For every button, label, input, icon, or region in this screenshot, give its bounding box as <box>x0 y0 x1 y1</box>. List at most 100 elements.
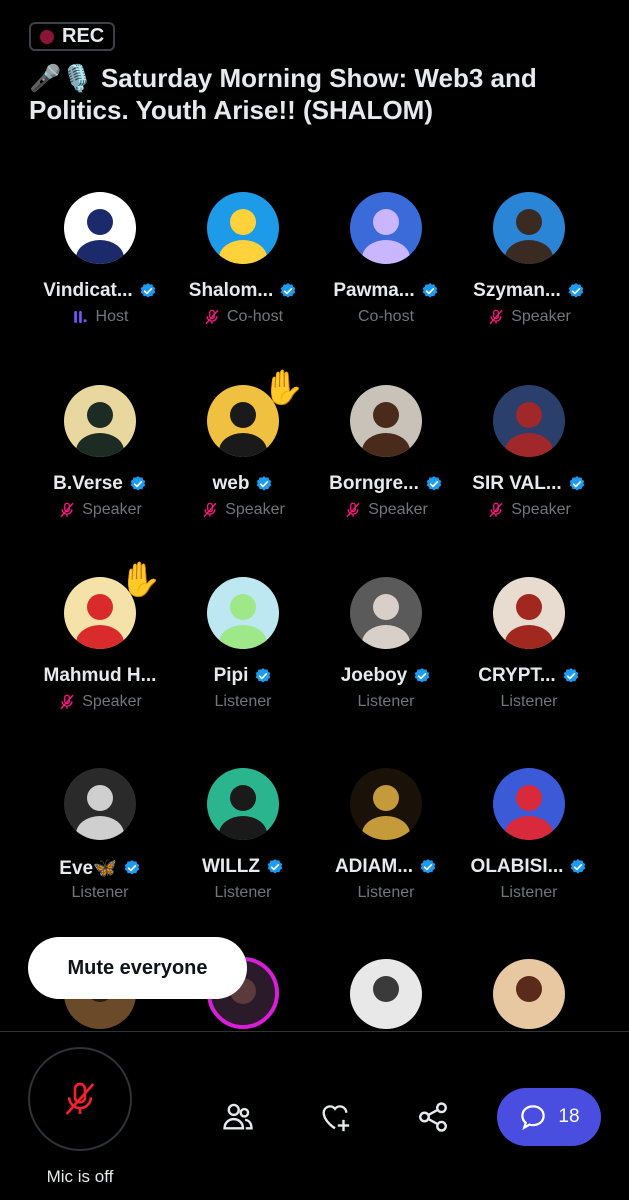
avatar[interactable] <box>350 385 422 457</box>
avatar[interactable] <box>493 577 565 649</box>
avatar[interactable] <box>350 192 422 264</box>
participant-name-row: B.Verse <box>25 473 175 495</box>
participant-name: Eve🦋 <box>59 858 117 879</box>
avatar[interactable] <box>207 192 279 264</box>
participant-name-row: Borngre... <box>311 473 461 495</box>
raised-hand-icon: ✋ <box>262 369 305 407</box>
participant-role: Listener <box>500 693 558 710</box>
mic-status-label: Mic is off <box>46 1167 114 1186</box>
mic-off-icon <box>60 694 74 710</box>
participant-role-row: Speaker <box>25 501 175 519</box>
record-dot-icon <box>40 29 54 44</box>
avatar[interactable] <box>350 577 422 649</box>
avatar[interactable] <box>64 192 136 264</box>
avatar[interactable] <box>207 577 279 649</box>
avatar[interactable] <box>493 192 565 264</box>
verified-badge-icon <box>426 476 442 491</box>
participant-role: Speaker <box>511 501 571 518</box>
participant-role-row: Speaker <box>311 501 461 519</box>
participant-role-row: Listener <box>454 693 604 711</box>
mute-everyone-button[interactable]: Mute everyone <box>28 937 247 999</box>
rec-label: REC <box>62 25 105 47</box>
chat-button[interactable]: 18 <box>497 1088 601 1146</box>
verified-badge-icon <box>568 283 584 298</box>
participant-role-row: Listener <box>454 884 604 902</box>
participant-name: Shalom... <box>188 280 274 301</box>
participant-role: Host <box>95 308 129 325</box>
avatar[interactable] <box>207 768 279 840</box>
avatar[interactable] <box>64 385 136 457</box>
participant-name-row: Pawma... <box>311 280 461 302</box>
mic-off-icon <box>203 502 217 518</box>
participant-role: Speaker <box>368 501 428 518</box>
participant-name-row: Joeboy <box>311 665 461 687</box>
verified-badge-icon <box>569 476 584 491</box>
mic-off-icon <box>489 502 503 518</box>
verified-badge-icon <box>130 476 146 491</box>
mic-off-icon <box>60 502 74 518</box>
mic-off-icon <box>489 309 503 325</box>
participant-name-row: Eve🦋 <box>25 856 175 880</box>
participant-name-row: WILLZ <box>168 856 318 878</box>
chat-icon <box>521 1105 546 1131</box>
avatar[interactable] <box>493 768 565 840</box>
avatar[interactable] <box>350 959 422 1029</box>
participant-role-row: Listener <box>311 884 461 902</box>
participant-name: Szyman... <box>473 280 561 301</box>
participant-name: SIR VAL... <box>472 473 562 494</box>
mic-toggle-button[interactable] <box>28 1047 132 1151</box>
avatar[interactable] <box>493 385 565 457</box>
participant-role-row: Host <box>25 308 175 326</box>
people-icon[interactable] <box>221 1100 255 1134</box>
mic-off-icon <box>346 502 360 518</box>
participant-role: Speaker <box>82 501 142 518</box>
participant-role: Co-host <box>357 308 415 325</box>
avatar[interactable] <box>493 959 565 1029</box>
verified-badge-icon <box>124 860 140 875</box>
participant-name: Vindicat... <box>43 280 133 301</box>
participant-name: CRYPT... <box>478 665 556 686</box>
participant-name-row: Shalom... <box>168 280 318 302</box>
participant-name: Joeboy <box>340 665 408 686</box>
avatar[interactable] <box>350 768 422 840</box>
participant-role: Listener <box>214 693 272 710</box>
mic-off-icon <box>205 309 219 325</box>
participant-role-row: Listener <box>25 884 175 902</box>
participant-name-row: Vindicat... <box>25 280 175 302</box>
participant-role-row: Speaker <box>454 501 604 519</box>
participant-name: B.Verse <box>53 473 123 494</box>
participant-name-row: Szyman... <box>454 280 604 302</box>
participant-name-row: OLABISI... <box>454 856 604 878</box>
heart-plus-icon[interactable] <box>318 1100 352 1134</box>
mic-off-icon <box>65 1082 95 1115</box>
avatar[interactable] <box>64 768 136 840</box>
raised-hand-icon: ✋ <box>119 561 162 599</box>
verified-badge-icon <box>420 859 436 874</box>
space-title: 🎤🎙️ Saturday Morning Show: Web3 and Poli… <box>29 63 537 125</box>
participant-role-row: Co-host <box>311 308 461 326</box>
participant-name-row: SIR VAL... <box>454 473 604 495</box>
participant-name: Borngre... <box>329 473 419 494</box>
share-icon[interactable] <box>416 1100 450 1134</box>
participant-role: Speaker <box>225 501 285 518</box>
participant-role-row: Co-host <box>168 308 318 326</box>
participant-role: Listener <box>357 884 415 901</box>
verified-badge-icon <box>280 283 296 298</box>
participant-role-row: Listener <box>168 693 318 711</box>
participant-role: Speaker <box>511 308 571 325</box>
participant-name-row: Pipi <box>168 665 318 687</box>
participant-name: Mahmud H... <box>43 665 157 686</box>
participant-role-row: Speaker <box>25 693 175 711</box>
participant-name: Pipi <box>213 665 249 686</box>
participant-role: Co-host <box>226 308 284 325</box>
participant-name-row: Mahmud H... <box>25 665 175 687</box>
participant-name: OLABISI... <box>470 856 564 877</box>
participant-name: web <box>212 473 250 494</box>
participant-role: Listener <box>71 884 129 901</box>
verified-badge-icon <box>414 668 430 683</box>
participant-role-row: Listener <box>168 884 318 902</box>
participant-name: ADIAM... <box>334 856 414 877</box>
participant-role: Listener <box>214 884 272 901</box>
participant-role-row: Speaker <box>454 308 604 326</box>
participant-name-row: web <box>168 473 318 495</box>
